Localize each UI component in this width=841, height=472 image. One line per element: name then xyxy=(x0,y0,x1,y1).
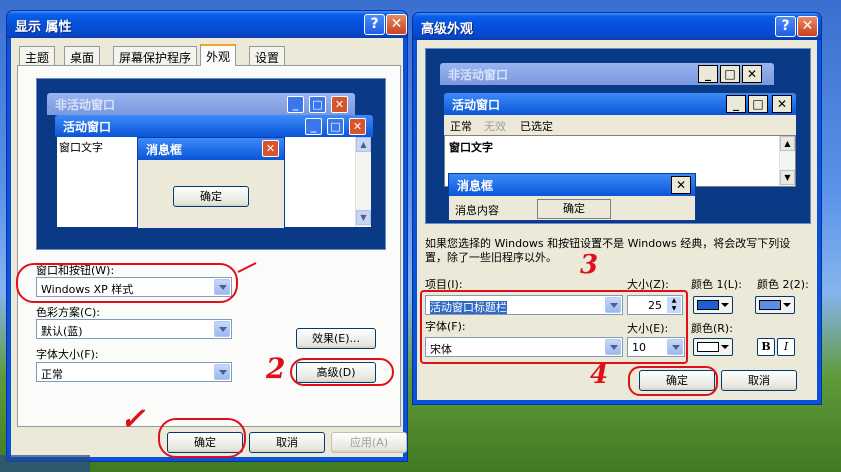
preview-scrollbar: ▲ ▼ xyxy=(779,136,795,186)
preview-msgbox: 消息框 ✕ 确定 xyxy=(137,137,285,229)
tab-appearance[interactable]: 外观 xyxy=(200,44,237,66)
color1-picker[interactable] xyxy=(693,296,733,314)
color-scheme-select[interactable]: 默认(蓝) xyxy=(36,319,232,339)
help-icon[interactable]: ? xyxy=(775,16,796,37)
annotation-number-2: 2 xyxy=(266,352,286,385)
maximize-icon: □ xyxy=(748,95,768,113)
chevron-down-icon[interactable] xyxy=(214,364,230,380)
font-size-value: 正常 xyxy=(41,368,63,381)
color-scheme-value: 默认(蓝) xyxy=(41,325,83,338)
maximize-icon: □ xyxy=(309,96,326,113)
advanced-preview: 非活动窗口 _ □ ✕ 活动窗口 _ □ ✕ 正常 无效 已选定 窗口文字 ▲ … xyxy=(425,48,811,224)
color2-picker[interactable] xyxy=(755,296,795,314)
bold-toggle[interactable]: B xyxy=(757,338,775,356)
preview-menu-bar: 正常 无效 已选定 xyxy=(444,115,796,135)
font-color-swatch xyxy=(697,342,719,352)
minimize-icon: _ xyxy=(305,118,322,135)
close-icon: ✕ xyxy=(671,176,691,194)
annotation-circle-windows-buttons xyxy=(16,263,238,303)
preview-scrollbar: ▲ ▼ xyxy=(355,137,371,227)
close-icon: ✕ xyxy=(349,118,366,135)
maximize-icon: □ xyxy=(327,118,344,135)
close-icon: ✕ xyxy=(331,96,348,113)
appearance-preview: 非活动窗口 _ □ ✕ 活动窗口 _ □ ✕ 窗口文字 ▲ ▼ 消息框 ✕ 确定 xyxy=(36,78,386,250)
title-bar[interactable]: 显示 属性 ? ✕ xyxy=(7,11,407,38)
effects-button[interactable]: 效果(E)... xyxy=(296,328,376,349)
title-bar[interactable]: 高级外观 ? ✕ xyxy=(413,13,821,40)
scroll-up-icon: ▲ xyxy=(356,137,371,152)
italic-toggle[interactable]: I xyxy=(777,338,795,356)
close-icon: ✕ xyxy=(742,65,762,83)
color2-label: 颜色 2(2): xyxy=(757,278,809,291)
window-title: 高级外观 xyxy=(421,22,474,37)
minimize-icon: _ xyxy=(287,96,304,113)
annotation-box-item-font xyxy=(420,290,688,364)
preview-active-title-text: 活动窗口 xyxy=(63,120,112,134)
msgbox-ok-label: 确定 xyxy=(563,202,585,215)
close-icon[interactable]: ✕ xyxy=(797,16,818,37)
chevron-down-icon xyxy=(721,345,729,353)
tab-screensaver[interactable]: 屏幕保护程序 xyxy=(113,46,198,66)
font-color-picker[interactable] xyxy=(693,338,733,356)
chevron-down-icon xyxy=(783,303,791,311)
menu-disabled: 无效 xyxy=(484,120,506,133)
color-scheme-label: 色彩方案(C): xyxy=(36,306,100,319)
scroll-up-icon: ▲ xyxy=(780,136,795,151)
apply-button[interactable]: 应用(A) xyxy=(331,432,407,453)
chevron-down-icon[interactable] xyxy=(214,321,230,337)
annotation-number-3: 3 xyxy=(580,250,599,280)
italic-label: I xyxy=(783,340,789,353)
preview-inactive-title-text: 非活动窗口 xyxy=(448,68,509,82)
color1-swatch xyxy=(697,300,719,310)
description-text: 如果您选择的 Windows 和按钮设置不是 Windows 经典，将会改写下列… xyxy=(425,237,791,264)
menu-normal: 正常 xyxy=(450,120,472,133)
preview-active-title-text: 活动窗口 xyxy=(452,98,501,112)
cancel-button[interactable]: 取消 xyxy=(249,432,325,453)
annotation-circle-ok-left xyxy=(158,418,246,458)
annotation-circle-ok-right xyxy=(628,366,718,396)
window-title: 显示 属性 xyxy=(15,20,72,35)
display-properties-window: 显示 属性 ? ✕ 主题 桌面 屏幕保护程序 外观 设置 非活动窗口 _ □ ✕… xyxy=(6,10,408,462)
preview-inactive-title-text: 非活动窗口 xyxy=(55,98,116,112)
scroll-down-icon: ▼ xyxy=(356,210,371,225)
cancel-button[interactable]: 取消 xyxy=(721,370,797,391)
minimize-icon: _ xyxy=(698,65,718,83)
msgbox-ok-button: 确定 xyxy=(537,199,611,219)
tab-settings[interactable]: 设置 xyxy=(249,46,286,66)
menu-selected: 已选定 xyxy=(520,120,553,133)
taskbar-edge xyxy=(0,455,90,472)
annotation-circle-advanced xyxy=(290,358,394,386)
preview-msgbox: 消息框 ✕ 消息内容 确定 xyxy=(448,173,696,221)
close-icon: ✕ xyxy=(262,140,279,157)
color2-swatch xyxy=(759,300,781,310)
close-icon: ✕ xyxy=(772,95,792,113)
scroll-down-icon: ▼ xyxy=(780,170,795,185)
tab-desktop[interactable]: 桌面 xyxy=(64,46,101,66)
preview-window-text: 窗口文字 xyxy=(59,141,103,154)
font-color-label: 颜色(R): xyxy=(691,322,733,335)
msgbox-text: 消息内容 xyxy=(455,204,499,217)
msgbox-title-text: 消息框 xyxy=(146,143,183,157)
msgbox-title-text: 消息框 xyxy=(457,179,494,193)
msgbox-title: 消息框 xyxy=(449,174,695,196)
msgbox-ok-button: 确定 xyxy=(173,186,249,207)
close-icon[interactable]: ✕ xyxy=(386,14,407,35)
minimize-icon: _ xyxy=(726,95,746,113)
annotation-stroke xyxy=(237,262,257,273)
tab-themes[interactable]: 主题 xyxy=(19,46,56,66)
preview-window-text: 窗口文字 xyxy=(449,141,493,154)
help-icon[interactable]: ? xyxy=(364,14,385,35)
maximize-icon: □ xyxy=(720,65,740,83)
annotation-number-4: 4 xyxy=(590,360,609,390)
color1-label: 颜色 1(L): xyxy=(691,278,742,291)
font-size-select[interactable]: 正常 xyxy=(36,362,232,382)
bold-label: B xyxy=(761,340,771,353)
annotation-check: ✓ xyxy=(120,402,146,437)
chevron-down-icon xyxy=(721,303,729,311)
font-size-label: 字体大小(F): xyxy=(36,348,99,361)
preview-active-title: 活动窗口 xyxy=(55,115,373,137)
dialog-client: 主题 桌面 屏幕保护程序 外观 设置 非活动窗口 _ □ ✕ 活动窗口 _ □ … xyxy=(11,38,407,457)
